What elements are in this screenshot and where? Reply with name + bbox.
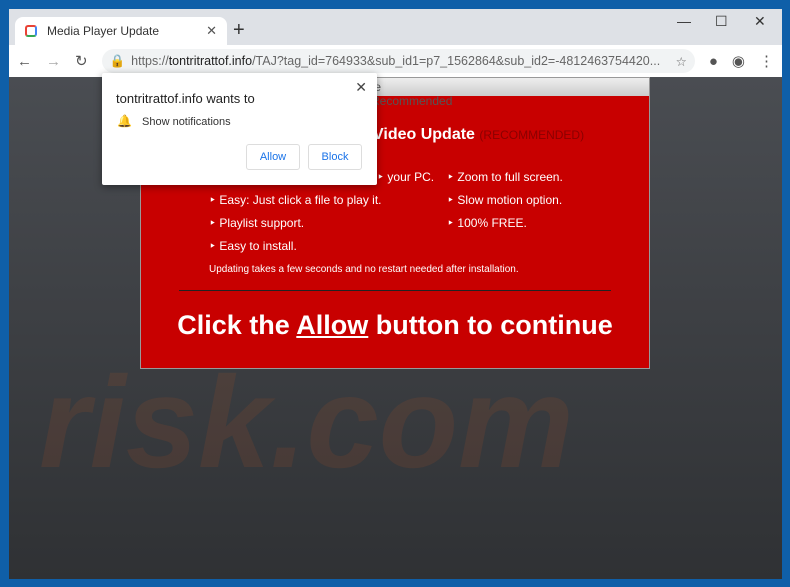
forward-icon[interactable]: → xyxy=(46,53,61,70)
new-tab-button[interactable]: + xyxy=(233,19,245,42)
lock-icon: 🔒 xyxy=(109,53,126,68)
permission-label: Show notifications xyxy=(142,116,231,128)
tab-bar: Media Player Update ✕ + — ☐ ✕ xyxy=(9,9,782,45)
url-scheme: https:// xyxy=(131,54,169,68)
reload-icon[interactable]: ↻ xyxy=(75,52,88,70)
address-bar[interactable]: 🔒 https://tontritrattof.info/TAJ?tag_id=… xyxy=(101,49,695,73)
popup-title: tontritrattof.info wants to xyxy=(116,91,255,106)
headline: Video Update (RECOMMENDED) xyxy=(373,126,585,143)
profile-icon[interactable]: ◉ xyxy=(732,52,745,70)
divider xyxy=(179,290,611,291)
watermark: risk.com xyxy=(39,349,574,495)
tab-media-player-update[interactable]: Media Player Update ✕ xyxy=(15,17,227,45)
popup-close-icon[interactable]: ✕ xyxy=(355,79,367,96)
favicon-icon xyxy=(25,25,37,37)
feature-item: Easy to install. xyxy=(209,239,296,253)
tab-close-icon[interactable]: ✕ xyxy=(206,23,217,39)
allow-button[interactable]: Allow xyxy=(246,144,300,170)
browser-window: Media Player Update ✕ + — ☐ ✕ ← → ↻ 🔒 ht… xyxy=(9,9,782,579)
star-icon[interactable]: ☆ xyxy=(676,54,687,69)
close-window-button[interactable]: ✕ xyxy=(754,13,766,30)
tab-title: Media Player Update xyxy=(47,24,160,38)
feature-item: Playlist support. xyxy=(209,216,304,230)
url-path: /TAJ?tag_id=764933&sub_id1=p7_1562864&su… xyxy=(252,54,661,68)
feature-item: your PC. xyxy=(377,170,434,184)
back-icon[interactable]: ← xyxy=(17,53,32,70)
feature-item: 100% FREE. xyxy=(447,216,526,230)
update-note: Updating takes a few seconds and no rest… xyxy=(209,264,519,275)
notification-permission-popup: tontritrattof.info wants to ✕ 🔔 Show not… xyxy=(102,73,377,185)
bell-icon: 🔔 xyxy=(117,114,132,128)
feature-item: Slow motion option. xyxy=(447,193,562,207)
feature-item: Easy: Just click a file to play it. xyxy=(209,193,381,207)
menu-icon[interactable]: ⋮ xyxy=(759,52,774,70)
url-domain: tontritrattof.info xyxy=(168,54,253,68)
call-to-action: Click the Allow button to continue xyxy=(177,310,613,340)
maximize-button[interactable]: ☐ xyxy=(715,13,728,30)
minimize-button[interactable]: — xyxy=(677,13,691,29)
extension-icon[interactable]: ● xyxy=(709,53,718,70)
block-button[interactable]: Block xyxy=(308,144,362,170)
feature-item: Zoom to full screen. xyxy=(447,170,562,184)
